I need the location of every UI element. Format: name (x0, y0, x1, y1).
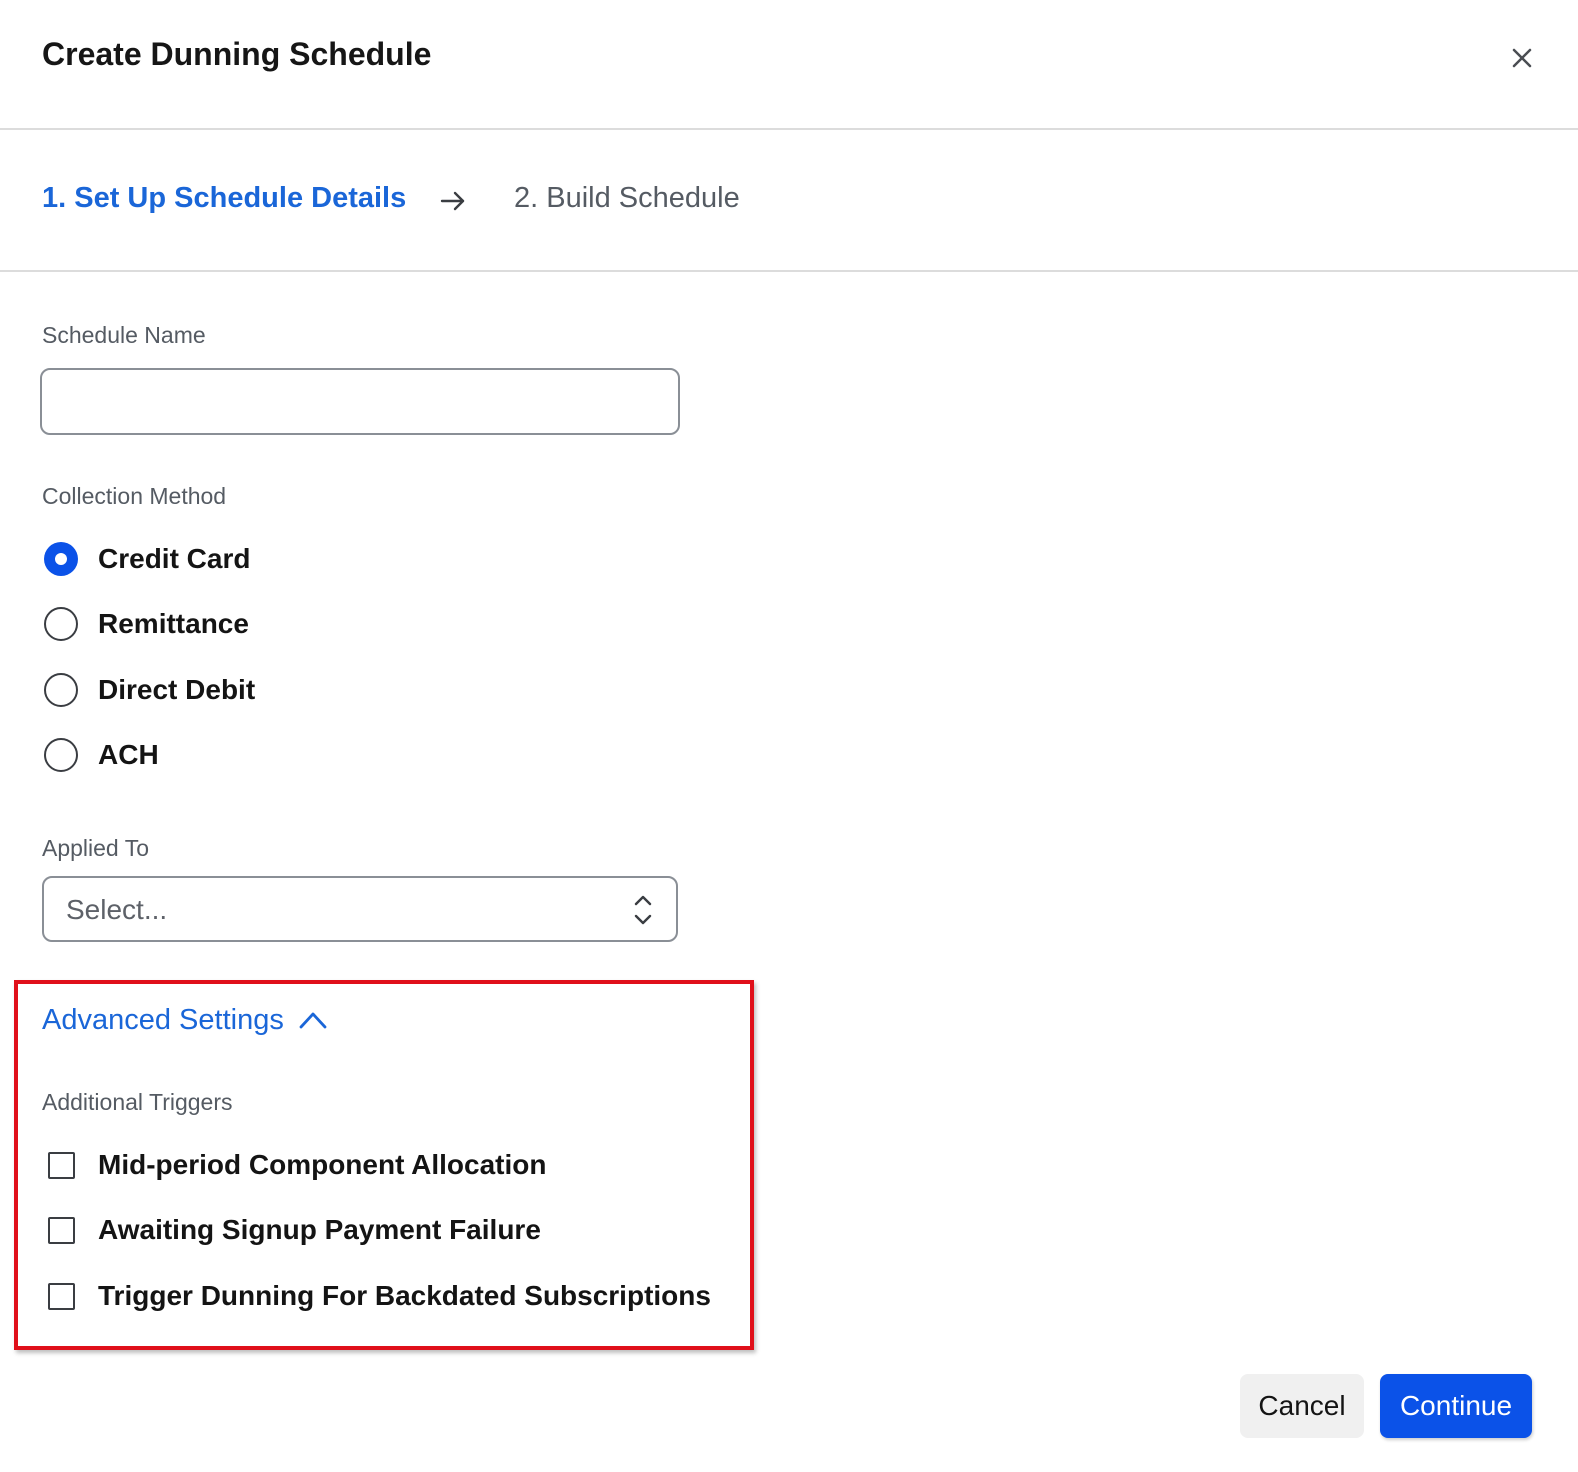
radio-label: ACH (98, 739, 159, 770)
advanced-settings-label: Advanced Settings (42, 1003, 284, 1036)
close-button[interactable] (1504, 40, 1540, 76)
radio-button[interactable] (44, 673, 78, 707)
checkbox[interactable] (48, 1151, 75, 1179)
step-indicator: 1. Set Up Schedule Details 2. Build Sche… (0, 130, 1578, 272)
chevron-up-down-icon (634, 895, 652, 925)
modal-title: Create Dunning Schedule (42, 36, 432, 72)
collection-method-label: Collection Method (42, 483, 227, 509)
schedule-name-label: Schedule Name (42, 322, 206, 348)
radio-direct-debit[interactable]: Direct Debit (44, 672, 255, 708)
checkbox-trigger-dunning-backdated[interactable]: Trigger Dunning For Backdated Subscripti… (48, 1278, 711, 1314)
modal-header: Create Dunning Schedule (0, 0, 1578, 130)
radio-label: Credit Card (98, 543, 251, 574)
checkbox-mid-period-component-allocation[interactable]: Mid-period Component Allocation (48, 1147, 546, 1183)
radio-button[interactable] (44, 738, 78, 772)
cancel-button[interactable]: Cancel (1240, 1374, 1364, 1438)
arrow-right-icon (440, 191, 465, 211)
chevron-up-icon (299, 1012, 327, 1029)
select-value: Select... (66, 894, 168, 925)
radio-label: Direct Debit (98, 674, 256, 705)
step-build-schedule[interactable]: 2. Build Schedule (514, 182, 740, 215)
checkbox-awaiting-signup-payment-failure[interactable]: Awaiting Signup Payment Failure (48, 1212, 541, 1248)
advanced-settings-toggle[interactable]: Advanced Settings (42, 1002, 328, 1038)
radio-remittance[interactable]: Remittance (44, 606, 249, 642)
checkbox-label: Mid-period Component Allocation (98, 1149, 547, 1180)
radio-credit-card[interactable]: Credit Card (44, 541, 250, 577)
continue-button[interactable]: Continue (1380, 1374, 1532, 1438)
step-set-up-schedule-details[interactable]: 1. Set Up Schedule Details (42, 182, 406, 215)
radio-label: Remittance (98, 608, 249, 639)
radio-button[interactable] (44, 607, 78, 641)
checkbox-label: Trigger Dunning For Backdated Subscripti… (98, 1280, 711, 1311)
close-icon (1512, 48, 1532, 68)
schedule-name-input[interactable] (40, 368, 680, 435)
radio-button-checked[interactable] (44, 542, 78, 576)
checkbox[interactable] (48, 1216, 75, 1244)
checkbox-label: Awaiting Signup Payment Failure (98, 1214, 541, 1245)
checkbox[interactable] (48, 1282, 75, 1310)
applied-to-label: Applied To (42, 835, 149, 861)
radio-ach[interactable]: ACH (44, 737, 159, 773)
applied-to-select[interactable]: Select... (42, 876, 678, 942)
additional-triggers-label: Additional Triggers (42, 1089, 233, 1115)
